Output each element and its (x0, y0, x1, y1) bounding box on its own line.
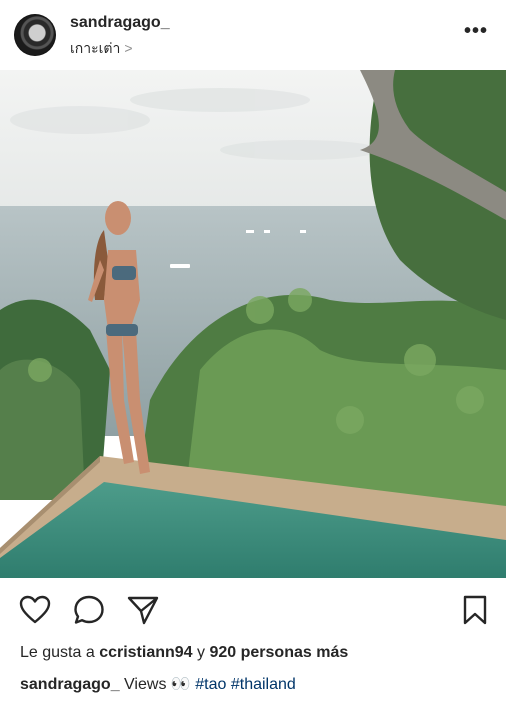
likes-line: Le gusta a ccristiann94 y 920 personas m… (20, 644, 348, 662)
location-label[interactable]: เกาะเต่า (70, 40, 120, 56)
hashtag-tao[interactable]: #tao (195, 676, 226, 693)
comment-icon[interactable] (72, 593, 106, 627)
bookmark-icon[interactable] (458, 593, 492, 627)
liked-by-user[interactable]: ccristiann94 (99, 644, 192, 661)
caption-text: Views 👀 (124, 676, 191, 693)
caption-username[interactable]: sandragago_ (20, 676, 120, 693)
likes-count[interactable]: 920 personas más (209, 644, 348, 661)
chevron-right-icon: > (124, 40, 133, 56)
heart-icon[interactable] (18, 593, 52, 627)
more-options-button[interactable]: ••• (464, 20, 488, 43)
action-bar (0, 590, 506, 630)
avatar[interactable] (14, 14, 56, 56)
hashtag-thailand[interactable]: #thailand (231, 676, 296, 693)
post-header: sandragago_ เกาะเต่า > ••• (0, 0, 506, 70)
share-icon[interactable] (126, 593, 160, 627)
photo-image (0, 70, 506, 578)
post-username[interactable]: sandragago_ (70, 14, 170, 32)
post-caption: sandragago_ Views 👀 #tao #thailand (20, 674, 296, 694)
post-location[interactable]: เกาะเต่า > (70, 38, 133, 60)
likes-prefix: Le gusta a (20, 644, 95, 661)
post-photo[interactable] (0, 70, 506, 578)
likes-connector: y (197, 644, 206, 661)
